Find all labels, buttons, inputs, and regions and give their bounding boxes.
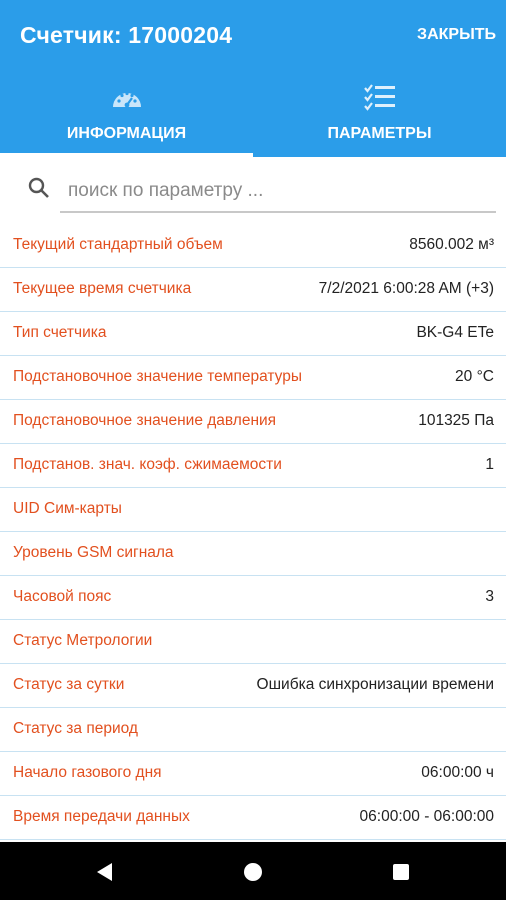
tab-information[interactable]: ИНФОРМАЦИЯ <box>0 80 253 157</box>
parameter-value: Ошибка синхронизации времени <box>256 676 494 693</box>
speedometer-icon <box>113 91 141 108</box>
search-bar <box>0 157 506 221</box>
parameter-label: Подстановочное значение температуры <box>13 368 302 385</box>
parameter-value: 101325 Па <box>418 412 494 429</box>
list-item[interactable]: Статус за период <box>0 708 506 752</box>
parameter-label: Текущий стандартный объем <box>13 236 223 253</box>
list-item[interactable]: Часовой пояс 3 <box>0 576 506 620</box>
back-icon[interactable] <box>94 861 116 883</box>
parameter-label: Начало газового дня <box>13 764 162 781</box>
tab-parameters-label: ПАРАМЕТРЫ <box>327 125 432 142</box>
parameter-label: Статус за сутки <box>13 676 125 693</box>
parameter-label: Уровень GSM сигнала <box>13 544 174 561</box>
close-button[interactable]: ЗАКРЫТЬ <box>417 26 496 44</box>
parameter-value: 1 <box>485 456 494 473</box>
parameter-label: Статус за период <box>13 720 138 737</box>
list-item[interactable]: Время передачи данных 06:00:00 - 06:00:00 <box>0 796 506 840</box>
tab-parameters[interactable]: ПАРАМЕТРЫ <box>253 80 506 157</box>
parameter-value: 06:00:00 - 06:00:00 <box>359 808 494 825</box>
list-item[interactable]: Подстановочное значение температуры 20 °C <box>0 356 506 400</box>
list-item[interactable]: Текущее время счетчика 7/2/2021 6:00:28 A… <box>0 268 506 312</box>
app-bar: Счетчик: 17000204 ЗАКРЫТЬ ИНФОРМАЦИЯ ПАР… <box>0 0 506 157</box>
list-item[interactable]: Подстановочное значение давления 101325 П… <box>0 400 506 444</box>
parameter-value: 8560.002 м³ <box>409 236 494 253</box>
recent-apps-icon[interactable] <box>390 861 412 883</box>
parameter-label: Часовой пояс <box>13 588 112 605</box>
parameter-label: Текущее время счетчика <box>13 280 192 297</box>
parameter-value: 20 °C <box>455 368 494 385</box>
list-item[interactable]: UID Сим-карты <box>0 488 506 532</box>
home-icon[interactable] <box>242 861 264 883</box>
list-item[interactable]: Статус Метрологии <box>0 620 506 664</box>
list-item[interactable]: Уровень GSM сигнала <box>0 532 506 576</box>
list-item[interactable]: Тип счетчика BK-G4 ETe <box>0 312 506 356</box>
list-item[interactable]: Статус за сутки Ошибка синхронизации врем… <box>0 664 506 708</box>
search-icon <box>28 177 49 198</box>
list-item[interactable]: Подстанов. знач. коэф. сжимаемости 1 <box>0 444 506 488</box>
tab-information-label: ИНФОРМАЦИЯ <box>66 125 187 142</box>
parameter-label: UID Сим-карты <box>13 500 122 517</box>
list-item[interactable]: Начало газового дня 06:00:00 ч <box>0 752 506 796</box>
parameter-label: Тип счетчика <box>13 324 107 341</box>
parameter-value: 7/2/2021 6:00:28 AM (+3) <box>318 280 494 297</box>
checklist-icon <box>364 84 395 111</box>
parameter-value: BK-G4 ETe <box>416 324 494 341</box>
list-item[interactable]: Текущий стандартный объем 8560.002 м³ <box>0 224 506 268</box>
parameter-label: Подстановочное значение давления <box>13 412 277 429</box>
parameter-label: Подстанов. знач. коэф. сжимаемости <box>13 456 282 473</box>
system-nav-bar <box>0 842 506 900</box>
parameter-value: 06:00:00 ч <box>421 764 494 781</box>
parameter-value: 3 <box>485 588 494 605</box>
parameter-list: Текущий стандартный объем 8560.002 м³ Теку… <box>0 224 506 840</box>
parameter-label: Статус Метрологии <box>13 632 153 649</box>
parameter-label: Время передачи данных <box>13 808 190 825</box>
page-title: Счетчик: 17000204 <box>20 22 233 48</box>
search-input[interactable] <box>60 171 496 213</box>
